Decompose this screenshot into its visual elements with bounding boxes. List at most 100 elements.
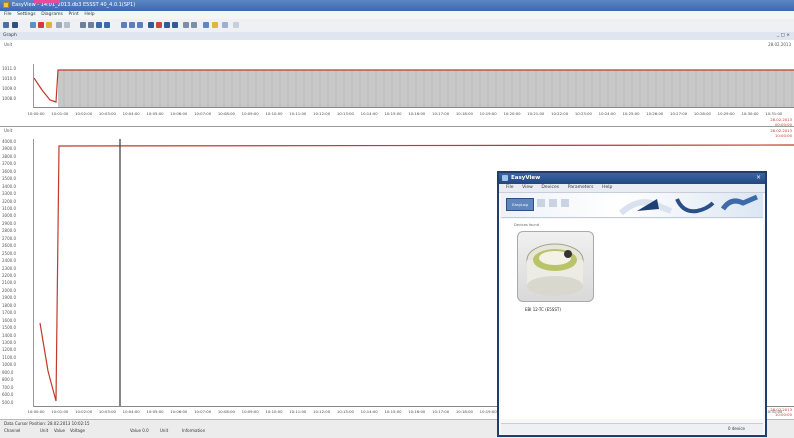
x-tick-label: 10:04:00 [122,111,140,116]
panel-window-buttons[interactable]: _ □ × [777,33,790,38]
x-tick-label: 10:19:00 [479,111,497,116]
status-item: Value 0.0 [130,428,149,433]
info-icon[interactable] [172,22,178,28]
chart-icon[interactable] [137,22,143,28]
window-title: EasyView - 14:01_2013.db3 E5SST 40_4.0.1… [12,2,136,8]
print-icon[interactable] [30,22,36,28]
x-tick-label: 10:01:00 [51,409,69,414]
x-tick-label: 10:20:00 [503,111,521,116]
x-tick-label: 10:14:00 [360,409,378,414]
paste-icon[interactable] [64,22,70,28]
folder-icon[interactable] [46,22,52,28]
y-label: 1600.0 [2,317,16,323]
save-icon[interactable] [12,22,18,28]
menu-diagrams[interactable]: Diagrams [41,12,63,17]
cursor-position: Data Cursor Position: 28.02.2013 10:02:1… [4,421,90,426]
top-chart[interactable]: Unit 28.02.2013 1011.0 1010.0 1009.0 100… [0,40,794,127]
group-label: Devices found [514,223,539,227]
x-tick-label: 10:04:00 [122,409,140,414]
y-label: 1009.0 [2,86,16,91]
config-icon[interactable] [561,199,569,207]
x-tick-label: 10:26:00 [646,111,664,116]
refresh-icon[interactable] [233,22,239,28]
x-tick-label: 10:03:00 [98,111,116,116]
y-label: 3500.0 [2,176,16,182]
bottom-right-time: 10:00:00 [774,412,792,417]
zoom-in-icon[interactable] [80,22,86,28]
marker-icon[interactable] [156,22,162,28]
y-label: 1500.0 [2,325,16,331]
copy-icon[interactable] [56,22,62,28]
settings-icon[interactable] [164,22,170,28]
bottom-y-axis: 4000.0 3900.0 3800.0 3700.0 3600.0 3500.0 3400… [0,139,34,407]
y-label: 1011.0 [2,66,16,71]
x-tick-label: 10:10:00 [265,409,283,414]
dialog-app-icon [502,175,508,181]
undo-icon[interactable] [183,22,189,28]
status-item: Voltage [70,428,86,433]
cursor-icon[interactable] [96,22,102,28]
x-tick-label: 10:11:00 [289,111,307,116]
dialog-menu-help[interactable]: Help [602,185,612,190]
x-tick-label: 10:12:00 [313,111,331,116]
top-chart-date: 28.02.2013 [768,42,791,47]
export-icon[interactable] [148,22,154,28]
easyview-dialog[interactable]: EasyView × File View Devices Parameters … [497,171,767,437]
menu-file[interactable]: File [4,12,12,17]
device-name[interactable]: EBI 12-TC (E5SST) [525,307,561,312]
open-icon[interactable] [3,22,9,28]
x-tick-label: 10:09:00 [241,409,259,414]
status-item: Channel [4,428,21,433]
table-icon[interactable] [129,22,135,28]
zoom-out-icon[interactable] [88,22,94,28]
x-tick-label: 10:10:00 [265,111,283,116]
help-icon[interactable] [203,22,209,28]
redo-icon[interactable] [191,22,197,28]
x-tick-label: 10:07:00 [194,111,212,116]
dialog-title-bar[interactable]: EasyView × [499,173,765,184]
status-item: Information [182,428,206,433]
y-label: 1400.0 [2,332,16,338]
close-icon[interactable]: × [756,174,761,181]
y-label: 2900.0 [2,220,16,226]
device-card[interactable] [517,231,594,302]
stop-icon[interactable] [38,22,44,28]
x-tick-label: 10:00:00 [27,409,45,414]
x-tick-label: 10:13:00 [336,409,354,414]
arrow-icon[interactable] [222,22,228,28]
x-tick-label: 10:05:00 [146,409,164,414]
y-label: 1800.0 [2,302,16,308]
menu-print[interactable]: Print [68,12,78,17]
dialog-menu-parameters[interactable]: Parameters [568,185,594,190]
read-icon[interactable] [537,199,545,207]
status-item: Unit [40,428,49,433]
grid-icon[interactable] [121,22,127,28]
dialog-menu-devices[interactable]: Devices [541,185,559,190]
dialog-menu-file[interactable]: File [506,185,514,190]
x-tick-label: 10:11:00 [289,409,307,414]
top-x-axis: 10:00:00 10:01:00 10:02:00 10:03:00 10:04:00… [0,110,794,120]
write-icon[interactable] [549,199,557,207]
x-tick-label: 10:23:00 [574,111,592,116]
y-label: 1900.0 [2,295,16,301]
x-tick-label: 10:29:00 [717,111,735,116]
y-label: 1010.0 [2,76,16,81]
device-button[interactable]: EasyLog [506,198,534,211]
pan-icon[interactable] [104,22,110,28]
y-label: 2000.0 [2,287,16,293]
x-tick-label: 10:30:00 [741,111,759,116]
y-label: 2100.0 [2,280,16,286]
banner-logo [618,194,758,216]
y-label: 1000.0 [2,362,16,368]
x-tick-label: 10:02:00 [75,111,93,116]
x-tick-label: 10:08:00 [217,111,235,116]
y-label: 2500.0 [2,250,16,256]
y-label: 700.0 [2,384,14,390]
menu-settings[interactable]: Settings [17,12,35,17]
x-tick-label: 10:12:00 [313,409,331,414]
x-tick-label: 10:19:00 [479,409,497,414]
star-icon[interactable] [212,22,218,28]
bottom-chart-unit: Unit [4,128,13,133]
menu-help[interactable]: Help [84,12,94,17]
dialog-menu-view[interactable]: View [522,185,533,190]
